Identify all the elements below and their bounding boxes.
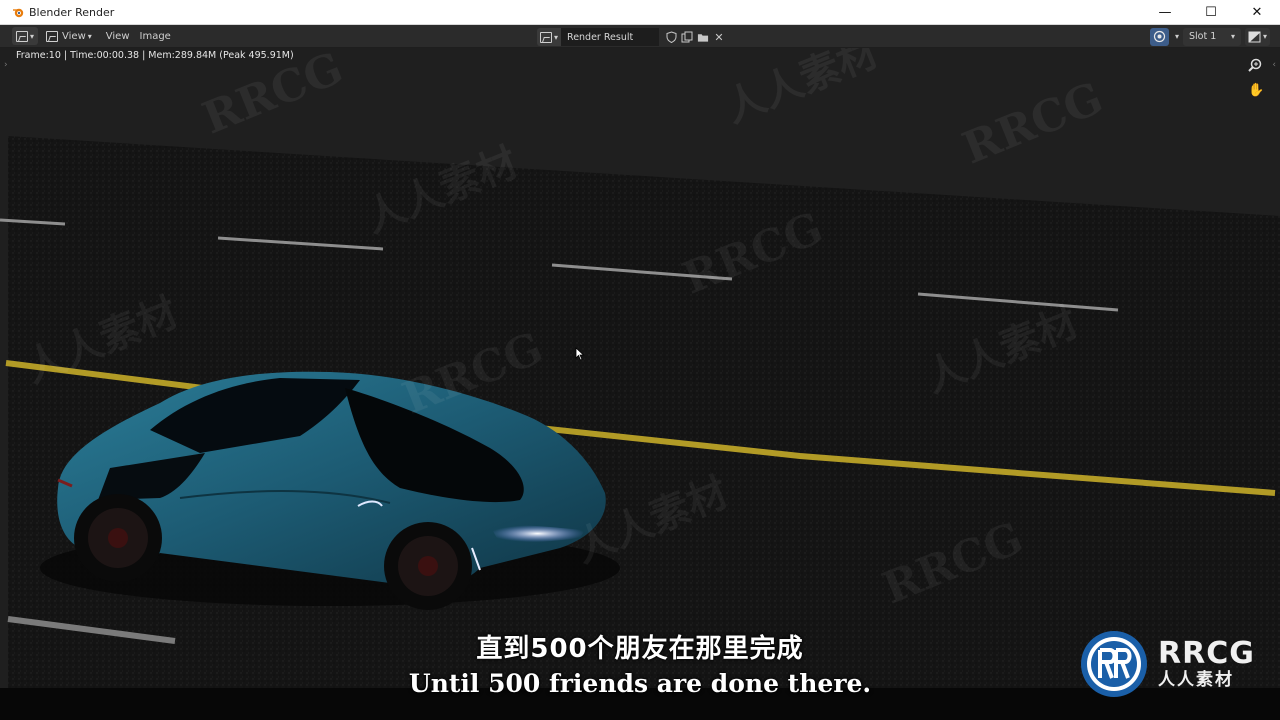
logo-text-en: RRCG bbox=[1158, 636, 1255, 671]
render-stats-text: Frame:10 | Time:00:00.38 | Mem:289.84M (… bbox=[16, 50, 294, 61]
gizmo-toggle-button[interactable] bbox=[1149, 27, 1169, 46]
slot-dropdown[interactable]: Slot 1 ▾ bbox=[1182, 27, 1241, 46]
menu-view[interactable]: View bbox=[106, 31, 130, 42]
header-right-controls: ▾ Slot 1 ▾ ▾ bbox=[1149, 27, 1270, 46]
chevron-down-icon[interactable]: ▾ bbox=[1175, 32, 1179, 41]
rrcg-logo-mark-icon bbox=[1081, 631, 1147, 697]
display-channels-icon bbox=[1248, 31, 1261, 42]
window-controls: — ☐ ✕ bbox=[1142, 0, 1280, 25]
unlink-x-icon[interactable]: ✕ bbox=[713, 31, 725, 44]
image-datablock: ▾ Render Result ✕ bbox=[537, 28, 725, 46]
pan-hand-icon[interactable]: ✋ bbox=[1248, 83, 1264, 98]
editor-type-dropdown[interactable]: ▾ bbox=[12, 27, 39, 45]
chevron-down-icon: ▾ bbox=[87, 31, 92, 41]
toolbar-expand-caret[interactable]: › bbox=[4, 60, 8, 70]
gizmo-icon bbox=[1153, 30, 1166, 43]
render-viewport[interactable]: Frame:10 | Time:00:00.38 | Mem:289.84M (… bbox=[0, 48, 1280, 688]
view-mode-label: View bbox=[62, 30, 86, 42]
view-mode-dropdown[interactable]: View ▾ bbox=[42, 27, 96, 45]
logo-text-cn: 人人素材 bbox=[1158, 670, 1234, 690]
window-titlebar: Blender Render — ☐ ✕ bbox=[0, 0, 1280, 25]
fake-user-shield-icon[interactable] bbox=[665, 31, 677, 43]
close-button[interactable]: ✕ bbox=[1234, 0, 1280, 25]
chevron-down-icon: ▾ bbox=[1230, 32, 1235, 41]
image-editor-header: ▾ View ▾ View Image ▾ Render Result ✕ ▾ … bbox=[0, 25, 1280, 48]
blender-logo-icon bbox=[13, 8, 24, 18]
open-folder-icon[interactable] bbox=[697, 31, 709, 43]
minimize-button[interactable]: — bbox=[1142, 0, 1188, 25]
view-mode-icon bbox=[46, 30, 59, 42]
sidebar-expand-caret[interactable]: ‹ bbox=[1272, 60, 1276, 70]
browse-image-button[interactable]: ▾ bbox=[537, 28, 562, 46]
zoom-icon[interactable] bbox=[1248, 58, 1262, 72]
maximize-button[interactable]: ☐ bbox=[1188, 0, 1234, 25]
image-browse-icon bbox=[540, 31, 552, 43]
chevron-down-icon: ▾ bbox=[1262, 32, 1267, 41]
display-channels-dropdown[interactable]: ▾ bbox=[1244, 27, 1270, 46]
duplicate-image-icon[interactable] bbox=[681, 31, 693, 43]
image-actions: ✕ bbox=[665, 31, 725, 44]
chevron-down-icon: ▾ bbox=[30, 31, 35, 41]
render-result-image bbox=[0, 48, 1280, 688]
rrcg-logo: RRCG 人人素材 bbox=[1078, 626, 1274, 702]
slot-label: Slot 1 bbox=[1188, 31, 1217, 42]
image-editor-icon bbox=[16, 30, 28, 42]
window-title: Blender Render bbox=[29, 5, 115, 19]
mouse-cursor-icon bbox=[575, 347, 585, 361]
image-name-field[interactable]: Render Result bbox=[561, 28, 660, 46]
chevron-down-icon: ▾ bbox=[554, 32, 559, 42]
menu-image[interactable]: Image bbox=[140, 31, 171, 42]
